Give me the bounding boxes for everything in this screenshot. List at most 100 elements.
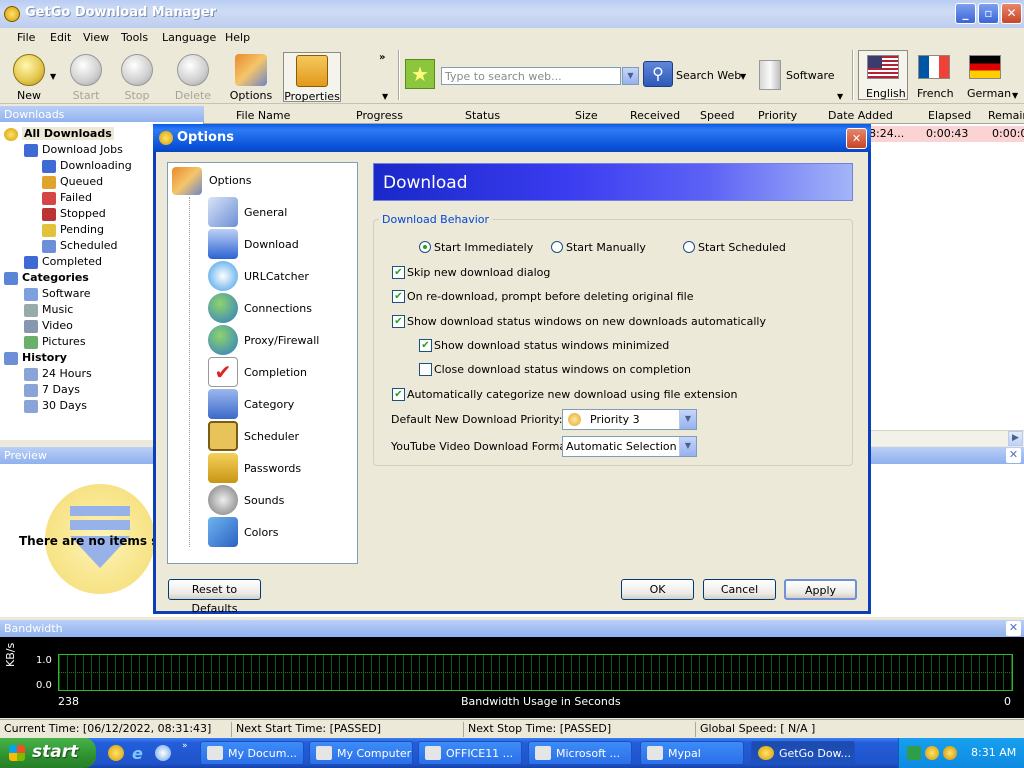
tree-scheduled[interactable]: Scheduled — [42, 239, 118, 255]
search-web-dropdown-icon[interactable]: ▼ — [740, 72, 746, 81]
start-button[interactable]: Start — [60, 52, 112, 102]
options-dialog-title-bar[interactable]: Options — [153, 124, 871, 152]
checkbox-prompt-delete[interactable]: ✔ — [392, 290, 405, 303]
col-remain[interactable]: Remain — [988, 109, 1024, 122]
taskbar-item-getgo[interactable]: GetGo Dow... — [751, 741, 855, 765]
checkbox-skip-dialog[interactable]: ✔ — [392, 266, 405, 279]
tree-music[interactable]: Music — [24, 303, 73, 319]
tree-7-days[interactable]: 7 Days — [24, 383, 80, 399]
col-status[interactable]: Status — [465, 109, 500, 122]
toolbar-overflow-icon[interactable]: » — [379, 52, 385, 63]
toolbar-dropdown-icon[interactable]: ▼ — [382, 92, 388, 101]
search-icon[interactable]: ⚲ — [643, 61, 673, 87]
youtube-format-dropdown-icon[interactable]: ▼ — [679, 437, 696, 456]
french-flag-icon[interactable] — [918, 55, 950, 79]
quicklaunch-overflow-icon[interactable]: » — [182, 741, 188, 751]
cancel-button[interactable]: Cancel — [703, 579, 776, 600]
col-speed[interactable]: Speed — [700, 109, 734, 122]
nav-connections[interactable]: Connections — [244, 302, 312, 315]
col-elapsed[interactable]: Elapsed — [928, 109, 971, 122]
quicklaunch-ie-icon[interactable]: e — [132, 744, 143, 763]
new-dropdown-icon[interactable]: ▼ — [50, 72, 56, 81]
nav-scheduler[interactable]: Scheduler — [244, 430, 299, 443]
scroll-right-icon[interactable]: ▶ — [1008, 431, 1023, 446]
menu-view[interactable]: View — [83, 31, 109, 44]
nav-options-root[interactable]: Options — [209, 174, 251, 187]
minimize-button[interactable]: _ — [955, 3, 976, 24]
tree-all-downloads[interactable]: All Downloads — [4, 127, 114, 143]
checkbox-skip-dialog-label[interactable]: Skip new download dialog — [407, 266, 550, 279]
col-file-name[interactable]: File Name — [236, 109, 290, 122]
tree-categories[interactable]: Categories — [4, 271, 89, 287]
language-english-label[interactable]: English — [866, 87, 906, 100]
reset-to-defaults-button[interactable]: Reset to Defaults — [168, 579, 261, 615]
menu-edit[interactable]: Edit — [50, 31, 71, 44]
menu-file[interactable]: File — [17, 31, 35, 44]
stop-button[interactable]: Stop — [111, 52, 163, 102]
col-priority[interactable]: Priority — [758, 109, 797, 122]
search-input-dropdown-icon[interactable]: ▼ — [622, 67, 639, 85]
nav-urlcatcher[interactable]: URLCatcher — [244, 270, 309, 283]
tree-downloading[interactable]: Downloading — [42, 159, 132, 175]
close-button[interactable]: ✕ — [1001, 3, 1022, 24]
nav-passwords[interactable]: Passwords — [244, 462, 301, 475]
col-size[interactable]: Size — [575, 109, 598, 122]
delete-button[interactable]: Delete — [167, 52, 219, 102]
radio-start-immediately[interactable] — [419, 241, 431, 253]
tree-stopped[interactable]: Stopped — [42, 207, 106, 223]
nav-proxy-firewall[interactable]: Proxy/Firewall — [244, 334, 319, 347]
tray-app-icon[interactable] — [943, 746, 957, 760]
tree-30-days[interactable]: 30 Days — [24, 399, 87, 415]
nav-completion[interactable]: Completion — [244, 366, 307, 379]
radio-start-scheduled-label[interactable]: Start Scheduled — [698, 241, 786, 254]
preview-close-icon[interactable]: ✕ — [1006, 448, 1021, 463]
priority-dropdown-icon[interactable]: ▼ — [679, 410, 696, 429]
ok-button[interactable]: OK — [621, 579, 694, 600]
nav-download[interactable]: Download — [244, 238, 299, 251]
language-french-label[interactable]: French — [917, 87, 954, 100]
radio-start-scheduled[interactable] — [683, 241, 695, 253]
menu-help[interactable]: Help — [225, 31, 250, 44]
checkbox-close-on-completion-label[interactable]: Close download status windows on complet… — [434, 363, 691, 376]
taskbar-item-microsoft[interactable]: Microsoft ... — [528, 741, 632, 765]
menu-tools[interactable]: Tools — [121, 31, 148, 44]
tree-software[interactable]: Software — [24, 287, 91, 303]
app-title-bar[interactable]: GetGo Download Manager _ ▫ ✕ — [0, 0, 1024, 28]
search-web-label[interactable]: Search Web — [676, 69, 741, 82]
nav-general[interactable]: General — [244, 206, 287, 219]
bandwidth-close-icon[interactable]: ✕ — [1006, 621, 1021, 636]
software-link[interactable]: Software — [786, 69, 835, 82]
nav-colors[interactable]: Colors — [244, 526, 278, 539]
taskbar-item-office11[interactable]: OFFICE11 ... — [418, 741, 522, 765]
apply-button[interactable]: Apply — [784, 579, 857, 600]
tree-history[interactable]: History — [4, 351, 67, 367]
checkbox-auto-categorize[interactable]: ✔ — [392, 388, 405, 401]
radio-start-immediately-label[interactable]: Start Immediately — [434, 241, 533, 254]
taskbar-item-my-documents[interactable]: My Docum... — [200, 741, 304, 765]
software-dropdown-icon[interactable]: ▼ — [837, 92, 843, 101]
tree-queued[interactable]: Queued — [42, 175, 103, 191]
col-received[interactable]: Received — [630, 109, 680, 122]
tree-video[interactable]: Video — [24, 319, 73, 335]
nav-category[interactable]: Category — [244, 398, 294, 411]
language-dropdown-icon[interactable]: ▼ — [1012, 91, 1018, 100]
tree-pictures[interactable]: Pictures — [24, 335, 86, 351]
search-provider-icon[interactable]: ★ — [405, 59, 435, 89]
tree-pending[interactable]: Pending — [42, 223, 104, 239]
tree-completed[interactable]: Completed — [24, 255, 102, 271]
new-button[interactable]: New — [3, 52, 55, 102]
tree-failed[interactable]: Failed — [42, 191, 92, 207]
menu-language[interactable]: Language — [162, 31, 216, 44]
tray-network-icon[interactable] — [907, 746, 921, 760]
checkbox-auto-categorize-label[interactable]: Automatically categorize new download us… — [407, 388, 737, 401]
german-flag-icon[interactable] — [969, 55, 1001, 79]
start-button[interactable]: start — [0, 738, 96, 768]
quicklaunch-getgo-icon[interactable] — [108, 745, 124, 761]
youtube-format-select[interactable]: Automatic Selection ▼ — [562, 436, 697, 457]
maximize-button[interactable]: ▫ — [978, 3, 999, 24]
checkbox-prompt-delete-label[interactable]: On re-download, prompt before deleting o… — [407, 290, 693, 303]
radio-start-manually[interactable] — [551, 241, 563, 253]
options-button[interactable]: Options — [225, 52, 277, 102]
checkbox-show-minimized[interactable]: ✔ — [419, 339, 432, 352]
tree-download-jobs[interactable]: Download Jobs — [24, 143, 123, 159]
